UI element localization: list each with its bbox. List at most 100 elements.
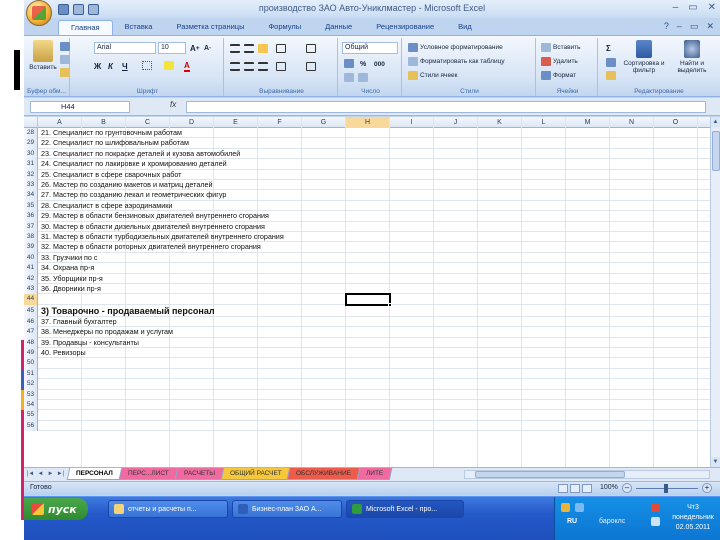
- autosum-button[interactable]: Σ: [606, 42, 611, 54]
- row-header[interactable]: 41: [24, 263, 38, 274]
- formula-input[interactable]: [186, 101, 706, 113]
- prev-sheet-icon[interactable]: ◄: [36, 470, 45, 479]
- row-header[interactable]: 33: [24, 180, 38, 191]
- number-format-field[interactable]: Общий: [342, 42, 398, 54]
- cell-text[interactable]: 32. Мастер в области роторных двигателей…: [41, 242, 261, 252]
- row-header[interactable]: 29: [24, 138, 38, 149]
- next-sheet-icon[interactable]: ►: [46, 470, 55, 479]
- column-header[interactable]: A: [38, 117, 82, 128]
- column-header[interactable]: G: [302, 117, 346, 128]
- sheet-tab[interactable]: ЛИТЕ: [357, 468, 393, 480]
- cut-icon[interactable]: [60, 42, 70, 51]
- merge-cells-icon[interactable]: [306, 62, 316, 71]
- column-header[interactable]: H: [346, 117, 390, 128]
- wrap-text-icon[interactable]: [306, 44, 316, 53]
- grow-font-icon[interactable]: A +: [190, 42, 200, 54]
- paste-button[interactable]: Вставить: [28, 40, 58, 71]
- bold-button[interactable]: Ж: [94, 60, 101, 72]
- cell-text[interactable]: 28. Специалист в сфере аэродинамики: [41, 201, 172, 211]
- sort-filter-button[interactable]: Сортировка и фильтр: [622, 40, 666, 74]
- active-cell[interactable]: [345, 293, 392, 307]
- row-header[interactable]: 48: [24, 337, 38, 348]
- row-header[interactable]: 46: [24, 316, 38, 328]
- maximize-button[interactable]: ▭: [688, 2, 697, 13]
- fill-handle[interactable]: [388, 302, 392, 307]
- row-header[interactable]: 40: [24, 252, 38, 264]
- tray-icon[interactable]: [561, 503, 570, 512]
- increase-decimal-icon[interactable]: [344, 73, 354, 82]
- page-layout-view-icon[interactable]: [570, 484, 580, 493]
- column-header[interactable]: I: [390, 117, 434, 128]
- clock[interactable]: Чт3 понедельник 02.05.2011: [667, 503, 719, 533]
- vertical-scrollbar[interactable]: ▲ ▼: [710, 117, 720, 467]
- cell-text[interactable]: 3) Товарочно - продаваемый персонал: [41, 305, 215, 317]
- name-box[interactable]: H44: [30, 101, 130, 113]
- row-header[interactable]: 39: [24, 242, 38, 253]
- align-center-icon[interactable]: [244, 62, 254, 71]
- cell-text[interactable]: 40. Ревизоры: [41, 348, 86, 358]
- row-header[interactable]: 38: [24, 232, 38, 243]
- shrink-font-icon[interactable]: A-: [204, 42, 211, 54]
- row-header[interactable]: 44: [24, 294, 38, 305]
- delete-cells-button[interactable]: Удалить: [541, 56, 578, 67]
- close-button[interactable]: ✕: [708, 2, 716, 13]
- row-header[interactable]: 53: [24, 389, 38, 400]
- tray-icon[interactable]: [575, 503, 584, 512]
- row-header[interactable]: 55: [24, 410, 38, 421]
- cell-text[interactable]: 27. Мастер по созданию лекал и геометрич…: [41, 190, 226, 200]
- italic-button[interactable]: К: [108, 60, 113, 72]
- column-header[interactable]: N: [610, 117, 654, 128]
- start-button[interactable]: пуск: [24, 498, 88, 520]
- column-header[interactable]: D: [170, 117, 214, 128]
- sheet-tab[interactable]: ПЕРС...ЛИСТ: [118, 468, 178, 480]
- language-indicator[interactable]: RU: [567, 518, 577, 525]
- cell-text[interactable]: 37. Главный бухгалтер: [41, 317, 117, 327]
- column-header[interactable]: L: [522, 117, 566, 128]
- volume-icon[interactable]: [651, 517, 660, 526]
- align-left-icon[interactable]: [230, 62, 240, 71]
- decrease-decimal-icon[interactable]: [358, 73, 368, 82]
- cell-text[interactable]: 24. Специалист по лакировке и хромирован…: [41, 159, 227, 169]
- cell-text[interactable]: 33. Грузчики по с: [41, 253, 97, 263]
- find-select-button[interactable]: Найти и выделить: [670, 40, 714, 74]
- cell-text[interactable]: 38. Менеджеры по продажам и услугам: [41, 327, 173, 337]
- fill-color-icon[interactable]: [164, 61, 174, 70]
- row-header[interactable]: 43: [24, 284, 38, 295]
- last-sheet-icon[interactable]: ►|: [56, 470, 65, 479]
- borders-icon[interactable]: [142, 61, 152, 70]
- scroll-up-icon[interactable]: ▲: [711, 117, 720, 127]
- row-header[interactable]: 52: [24, 379, 38, 390]
- column-header[interactable]: C: [126, 117, 170, 128]
- row-header[interactable]: 34: [24, 190, 38, 201]
- tab-home[interactable]: Главная: [58, 20, 113, 36]
- cell-text[interactable]: 23. Специалист по покраске деталей и куз…: [41, 149, 240, 159]
- sheet-tab[interactable]: ОБСЛУЖИВАНИЕ: [287, 468, 361, 480]
- conditional-formatting-button[interactable]: Условное форматирование: [408, 42, 503, 53]
- format-painter-icon[interactable]: [60, 68, 70, 77]
- first-sheet-icon[interactable]: |◄: [26, 470, 35, 479]
- zoom-level[interactable]: 100%: [600, 484, 618, 491]
- percent-button[interactable]: %: [360, 58, 366, 70]
- tab-data[interactable]: Данные: [313, 20, 364, 36]
- tab-formulas[interactable]: Формулы: [256, 20, 313, 36]
- column-header[interactable]: F: [258, 117, 302, 128]
- tab-view[interactable]: Вид: [446, 20, 484, 36]
- cell-text[interactable]: 39. Продавцы - консультанты: [41, 338, 139, 348]
- page-break-view-icon[interactable]: [582, 484, 592, 493]
- minimize-button[interactable]: –: [673, 2, 679, 13]
- row-header[interactable]: 35: [24, 200, 38, 212]
- office-button[interactable]: [26, 0, 52, 26]
- taskbar-item-active[interactable]: Microsoft Excel - про...: [346, 500, 464, 518]
- tab-insert[interactable]: Вставка: [113, 20, 165, 36]
- worksheet-grid[interactable]: ABCDEFGHIJKLMNO 28 21. Специалист по грун…: [24, 117, 710, 467]
- scroll-thumb[interactable]: [712, 131, 720, 171]
- help-icon[interactable]: ?: [664, 21, 669, 32]
- doc-close-icon[interactable]: ✕: [706, 21, 714, 32]
- column-header[interactable]: E: [214, 117, 258, 128]
- taskbar-item[interactable]: Бизнес-план ЗАО А...: [232, 500, 342, 518]
- row-header[interactable]: 47: [24, 327, 38, 338]
- fx-icon[interactable]: fx: [170, 100, 176, 109]
- row-header[interactable]: 45: [24, 304, 38, 317]
- font-color-icon[interactable]: A: [184, 60, 190, 72]
- font-name-field[interactable]: Arial: [94, 42, 156, 54]
